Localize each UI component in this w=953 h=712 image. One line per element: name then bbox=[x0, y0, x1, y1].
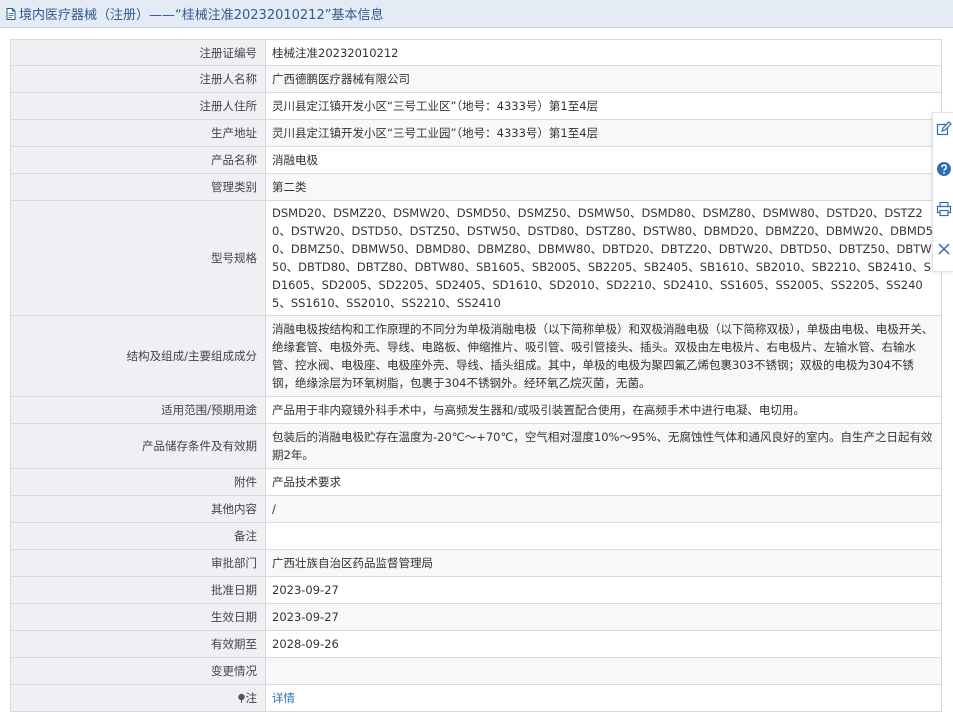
row-value-changes bbox=[265, 657, 942, 685]
row-value-production-address: 灵川县定江镇开发小区“三号工业园”（地号：4333号）第1至4层 bbox=[265, 119, 942, 147]
details-link[interactable]: 详情 bbox=[272, 691, 295, 705]
table-row: 生产地址 灵川县定江镇开发小区“三号工业园”（地号：4333号）第1至4层 bbox=[10, 119, 942, 147]
row-value-model-spec: DSMD20、DSMZ20、DSMW20、DSMD50、DSMZ50、DSMW5… bbox=[265, 200, 942, 316]
row-value-expiry-date: 2028-09-26 bbox=[265, 630, 942, 658]
row-label-intended-use: 适用范围/预期用途 bbox=[10, 396, 266, 424]
row-label-registration-number: 注册证编号 bbox=[10, 39, 266, 66]
table-row: 适用范围/预期用途 产品用于非内窥镜外科手术中，与高频发生器和/或吸引装置配合使… bbox=[10, 396, 942, 424]
row-label-note-text: 注 bbox=[245, 691, 258, 705]
row-value-attachment: 产品技术要求 bbox=[265, 468, 942, 496]
row-label-approval-dept: 审批部门 bbox=[10, 549, 266, 577]
row-label-effective-date: 生效日期 bbox=[10, 603, 266, 631]
row-value-registrant-address: 灵川县定江镇开发小区“三号工业区”（地号：4333号）第1至4层 bbox=[265, 92, 942, 120]
document-icon bbox=[6, 7, 16, 20]
table-row: 注册证编号 桂械注准20232010212 bbox=[10, 39, 942, 66]
close-icon[interactable] bbox=[936, 241, 952, 257]
table-row: 型号规格 DSMD20、DSMZ20、DSMW20、DSMD50、DSMZ50、… bbox=[10, 200, 942, 316]
row-label-management-class: 管理类别 bbox=[10, 173, 266, 201]
row-label-storage: 产品储存条件及有效期 bbox=[10, 423, 266, 469]
table-row: 附件 产品技术要求 bbox=[10, 468, 942, 496]
page-title: 境内医疗器械（注册）——“桂械注准20232010212”基本信息 bbox=[19, 8, 384, 23]
row-value-effective-date: 2023-09-27 bbox=[265, 603, 942, 631]
row-label-structure: 结构及组成/主要组成成分 bbox=[10, 315, 266, 397]
table-row: 备注 bbox=[10, 522, 942, 550]
row-label-other: 其他内容 bbox=[10, 495, 266, 523]
help-icon[interactable] bbox=[936, 161, 952, 177]
table-row: 注册人住所 灵川县定江镇开发小区“三号工业区”（地号：4333号）第1至4层 bbox=[10, 92, 942, 120]
row-label-product-name: 产品名称 bbox=[10, 146, 266, 174]
row-label-note: 注 bbox=[10, 684, 266, 712]
table-row: 注册人名称 广西德鹏医疗器械有限公司 bbox=[10, 65, 942, 93]
row-label-production-address: 生产地址 bbox=[10, 119, 266, 147]
row-label-attachment: 附件 bbox=[10, 468, 266, 496]
row-label-registrant-address: 注册人住所 bbox=[10, 92, 266, 120]
table-row: 审批部门 广西壮族自治区药品监督管理局 bbox=[10, 549, 942, 577]
row-value-intended-use: 产品用于非内窥镜外科手术中，与高频发生器和/或吸引装置配合使用，在高频手术中进行… bbox=[265, 396, 942, 424]
info-table: 注册证编号 桂械注准20232010212 注册人名称 广西德鹏医疗器械有限公司… bbox=[10, 39, 942, 712]
table-row: 生效日期 2023-09-27 bbox=[10, 603, 942, 631]
row-value-storage: 包装后的消融电极贮存在温度为-20℃～+70℃，空气相对湿度10%～95%、无腐… bbox=[265, 423, 942, 469]
row-label-model-spec: 型号规格 bbox=[10, 200, 266, 316]
floating-toolbar bbox=[932, 112, 953, 272]
row-value-registration-number: 桂械注准20232010212 bbox=[265, 39, 942, 66]
table-row: 结构及组成/主要组成成分 消融电极按结构和工作原理的不同分为单极消融电极（以下简… bbox=[10, 315, 942, 397]
row-value-approval-date: 2023-09-27 bbox=[265, 576, 942, 604]
print-icon[interactable] bbox=[936, 201, 952, 217]
table-row: 批准日期 2023-09-27 bbox=[10, 576, 942, 604]
row-label-remarks: 备注 bbox=[10, 522, 266, 550]
row-label-approval-date: 批准日期 bbox=[10, 576, 266, 604]
row-value-remarks bbox=[265, 522, 942, 550]
row-value-approval-dept: 广西壮族自治区药品监督管理局 bbox=[265, 549, 942, 577]
row-value-product-name: 消融电极 bbox=[265, 146, 942, 174]
row-value-note: 详情 bbox=[265, 684, 942, 712]
row-value-registrant-name: 广西德鹏医疗器械有限公司 bbox=[265, 65, 942, 93]
row-label-changes: 变更情况 bbox=[10, 657, 266, 685]
edit-icon[interactable] bbox=[936, 121, 952, 137]
table-row: 管理类别 第二类 bbox=[10, 173, 942, 201]
table-row: 有效期至 2028-09-26 bbox=[10, 630, 942, 658]
table-row: 其他内容 / bbox=[10, 495, 942, 523]
table-row: 变更情况 bbox=[10, 657, 942, 685]
row-label-expiry-date: 有效期至 bbox=[10, 630, 266, 658]
table-row: 产品储存条件及有效期 包装后的消融电极贮存在温度为-20℃～+70℃，空气相对湿… bbox=[10, 423, 942, 469]
row-value-other: / bbox=[265, 495, 942, 523]
table-row: 注 详情 bbox=[10, 684, 942, 712]
page-header: 境内医疗器械（注册）——“桂械注准20232010212”基本信息 bbox=[0, 0, 953, 28]
table-row: 产品名称 消融电极 bbox=[10, 146, 942, 174]
row-value-structure: 消融电极按结构和工作原理的不同分为单极消融电极（以下简称单极）和双极消融电极（以… bbox=[265, 315, 942, 397]
row-label-registrant-name: 注册人名称 bbox=[10, 65, 266, 93]
row-value-management-class: 第二类 bbox=[265, 173, 942, 201]
